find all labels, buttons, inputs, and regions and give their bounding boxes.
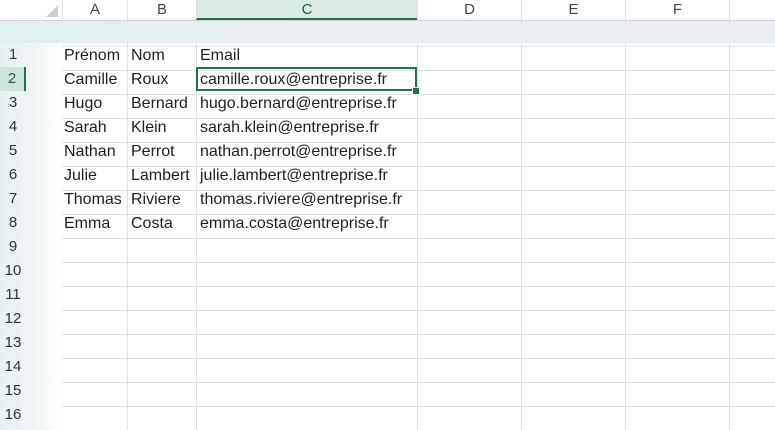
active-cell-outline[interactable]: [196, 67, 417, 91]
cell-b7[interactable]: Riviere: [129, 188, 181, 212]
cell-a1[interactable]: Prénom: [62, 44, 120, 68]
column-header-next[interactable]: [729, 0, 775, 20]
cell-a5[interactable]: Nathan: [62, 140, 116, 164]
sheet-top-band: [0, 20, 775, 43]
column-header-c[interactable]: C: [196, 0, 417, 20]
column-header-d[interactable]: D: [417, 0, 521, 20]
row-header-6[interactable]: 6: [0, 163, 26, 187]
select-all-corner[interactable]: [0, 0, 62, 20]
cell-c6[interactable]: julie.lambert@entreprise.fr: [198, 164, 388, 188]
cell-a7[interactable]: Thomas: [62, 188, 122, 212]
gridline: [625, 43, 626, 430]
cell-b2[interactable]: Roux: [129, 68, 168, 92]
cell-a2[interactable]: Camille: [62, 68, 117, 92]
gridline: [196, 43, 197, 430]
cell-a6[interactable]: Julie: [62, 164, 97, 188]
gridline: [729, 43, 730, 430]
cell-c1[interactable]: Email: [198, 44, 240, 68]
cell-c4[interactable]: sarah.klein@entreprise.fr: [198, 116, 379, 140]
row-header-4[interactable]: 4: [0, 115, 26, 139]
row-header-11[interactable]: 11: [0, 283, 26, 307]
cell-a3[interactable]: Hugo: [62, 92, 102, 116]
row-header-3[interactable]: 3: [0, 91, 26, 115]
cell-c8[interactable]: emma.costa@entreprise.fr: [198, 212, 389, 236]
cell-b3[interactable]: Bernard: [129, 92, 188, 116]
cell-b6[interactable]: Lambert: [129, 164, 190, 188]
column-header-f[interactable]: F: [625, 0, 729, 20]
cell-c7[interactable]: thomas.riviere@entreprise.fr: [198, 188, 402, 212]
row-header-2[interactable]: 2: [0, 67, 26, 91]
row-header-8[interactable]: 8: [0, 211, 26, 235]
row-header-9[interactable]: 9: [0, 235, 26, 259]
column-header-e[interactable]: E: [521, 0, 625, 20]
row-header-10[interactable]: 10: [0, 259, 26, 283]
select-all-triangle-icon[interactable]: [46, 5, 58, 17]
row-header-15[interactable]: 15: [0, 379, 26, 403]
row-header-16[interactable]: 16: [0, 403, 26, 427]
row-header-5[interactable]: 5: [0, 139, 26, 163]
cell-b1[interactable]: Nom: [129, 44, 165, 68]
row-header-14[interactable]: 14: [0, 355, 26, 379]
column-header-bar: A B C D E F: [0, 0, 775, 21]
column-header-a[interactable]: A: [62, 0, 127, 20]
gridline: [521, 43, 522, 430]
fill-handle[interactable]: [412, 87, 420, 95]
cell-a8[interactable]: Emma: [62, 212, 110, 236]
row-header-1[interactable]: 1: [0, 43, 26, 67]
cell-b4[interactable]: Klein: [129, 116, 167, 140]
row-header-7[interactable]: 7: [0, 187, 26, 211]
cell-b8[interactable]: Costa: [129, 212, 173, 236]
column-header-b[interactable]: B: [127, 0, 196, 20]
cell-c5[interactable]: nathan.perrot@entreprise.fr: [198, 140, 397, 164]
cell-c3[interactable]: hugo.bernard@entreprise.fr: [198, 92, 397, 116]
cell-b5[interactable]: Perrot: [129, 140, 175, 164]
cell-a4[interactable]: Sarah: [62, 116, 107, 140]
row-header-13[interactable]: 13: [0, 331, 26, 355]
gridline: [127, 43, 128, 430]
row-header-12[interactable]: 12: [0, 307, 26, 331]
gridline: [417, 43, 418, 430]
